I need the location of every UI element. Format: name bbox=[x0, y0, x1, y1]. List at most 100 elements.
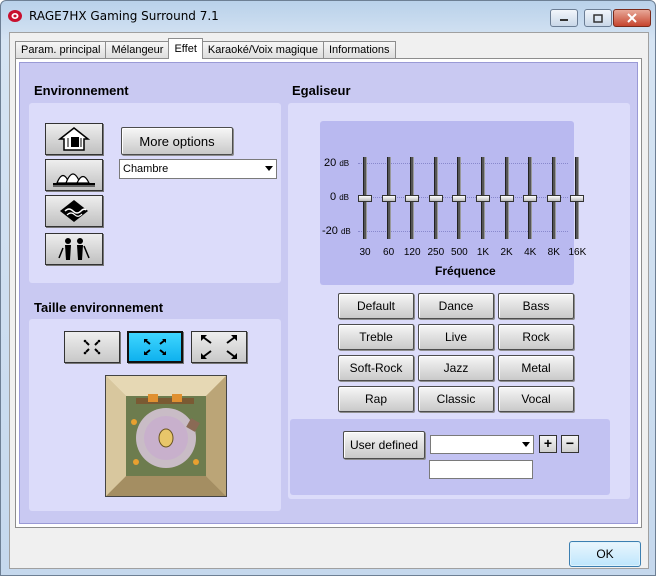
environment-select[interactable]: Chambre bbox=[119, 159, 277, 179]
preset-vocal-button[interactable]: Vocal bbox=[498, 386, 574, 412]
preset-jazz-button[interactable]: Jazz bbox=[418, 355, 494, 381]
preset-classic-button[interactable]: Classic bbox=[418, 386, 494, 412]
ok-button[interactable]: OK bbox=[569, 541, 641, 567]
tab-strip: Param. principal Mélangeur Effet Karaoké… bbox=[15, 38, 396, 59]
db-label-min: -20 dB bbox=[322, 225, 351, 237]
eq-slider-30[interactable] bbox=[358, 157, 372, 239]
db-label-max: 20 dB bbox=[324, 157, 349, 169]
equalizer-panel: 20 dB 0 dB -20 dB 30 60 120 250 500 1K 2K 4K 8K 1… bbox=[320, 121, 586, 285]
db-max-unit: dB bbox=[339, 159, 350, 168]
preset-rock-button[interactable]: Rock bbox=[498, 324, 574, 350]
house-icon bbox=[57, 127, 91, 151]
eq-slider-thumb[interactable] bbox=[358, 194, 372, 202]
eq-frequency-label: 8K bbox=[547, 247, 560, 258]
eq-slider-thumb[interactable] bbox=[523, 194, 538, 202]
environment-house-button[interactable] bbox=[45, 123, 103, 155]
outdoor-people-icon bbox=[58, 238, 90, 260]
environment-group: More options Chambre bbox=[29, 103, 281, 283]
user-defined-button[interactable]: User defined bbox=[343, 431, 425, 459]
title-bar[interactable]: RAGE7HX Gaming Surround 7.1 bbox=[1, 1, 655, 31]
room-size-large-button[interactable] bbox=[191, 331, 247, 363]
app-logo-icon bbox=[8, 10, 22, 22]
preset-live-button[interactable]: Live bbox=[418, 324, 494, 350]
tab-informations[interactable]: Informations bbox=[322, 41, 396, 59]
preset-dance-button[interactable]: Dance bbox=[418, 293, 494, 319]
environment-outdoor-button[interactable] bbox=[45, 233, 103, 265]
eq-slider-1k[interactable] bbox=[476, 157, 490, 239]
eq-slider-thumb[interactable] bbox=[428, 194, 443, 202]
user-preset-name-input[interactable] bbox=[429, 460, 533, 479]
eq-slider-thumb[interactable] bbox=[570, 194, 585, 202]
effet-tab-panel: Environnement More options Chambre Taill… bbox=[15, 58, 642, 528]
eq-frequency-label: 1K bbox=[476, 247, 490, 258]
tab-karaoke[interactable]: Karaoké/Voix magique bbox=[201, 41, 324, 59]
preset-bass-button[interactable]: Bass bbox=[498, 293, 574, 319]
window-title: RAGE7HX Gaming Surround 7.1 bbox=[29, 9, 219, 23]
eq-slider-thumb[interactable] bbox=[452, 194, 467, 202]
client-area: Param. principal Mélangeur Effet Karaoké… bbox=[9, 32, 649, 569]
eq-slider-250[interactable] bbox=[428, 157, 443, 239]
eq-slider-8k[interactable] bbox=[546, 157, 561, 239]
close-icon bbox=[627, 13, 637, 23]
room-preview bbox=[105, 375, 227, 497]
eq-frequency-label: 4K bbox=[524, 247, 537, 258]
environment-underwater-button[interactable] bbox=[45, 195, 103, 227]
db-label-zero: 0 dB bbox=[330, 191, 349, 203]
eq-slider-16k[interactable] bbox=[570, 157, 585, 239]
eq-frequency-label: 16K bbox=[568, 247, 587, 258]
large-room-icon bbox=[201, 335, 237, 359]
more-options-button[interactable]: More options bbox=[121, 127, 233, 155]
db-min-unit: dB bbox=[340, 227, 351, 236]
environment-opera-button[interactable] bbox=[45, 159, 103, 191]
minimize-button[interactable] bbox=[550, 9, 578, 27]
eq-slider-120[interactable] bbox=[405, 157, 420, 239]
eq-slider-thumb[interactable] bbox=[381, 194, 396, 202]
equalizer-group: 20 dB 0 dB -20 dB 30 60 120 250 500 1K 2K 4K 8K 1… bbox=[288, 103, 630, 499]
medium-room-icon bbox=[144, 339, 166, 355]
db-zero-unit: dB bbox=[339, 193, 349, 202]
eq-slider-500[interactable] bbox=[452, 157, 467, 239]
preset-rap-button[interactable]: Rap bbox=[338, 386, 414, 412]
opera-house-icon bbox=[53, 173, 95, 187]
eq-frequency-label: 30 bbox=[359, 247, 371, 258]
preset-treble-button[interactable]: Treble bbox=[338, 324, 414, 350]
environment-title: Environnement bbox=[34, 83, 129, 98]
underwater-icon bbox=[60, 200, 88, 222]
chevron-down-icon bbox=[265, 166, 273, 171]
preset-soft-rock-button[interactable]: Soft-Rock bbox=[338, 355, 414, 381]
add-preset-button[interactable]: + bbox=[539, 435, 557, 453]
user-preset-panel: User defined + − bbox=[290, 419, 610, 495]
eq-frequency-label: 2K bbox=[500, 247, 513, 258]
eq-frequency-label: 60 bbox=[383, 247, 395, 258]
tab-param-principal[interactable]: Param. principal bbox=[15, 41, 107, 59]
eq-slider-thumb[interactable] bbox=[546, 194, 561, 202]
db-max-value: 20 bbox=[324, 157, 337, 169]
eq-slider-thumb[interactable] bbox=[476, 194, 490, 202]
close-button[interactable] bbox=[613, 9, 651, 27]
chevron-down-icon bbox=[522, 442, 530, 447]
maximize-icon bbox=[593, 13, 603, 23]
preset-metal-button[interactable]: Metal bbox=[498, 355, 574, 381]
minimize-icon bbox=[560, 19, 568, 21]
room-size-small-button[interactable] bbox=[64, 331, 120, 363]
room-size-group bbox=[29, 319, 281, 511]
room-size-medium-button[interactable] bbox=[127, 331, 183, 363]
user-preset-select[interactable] bbox=[430, 435, 534, 454]
tab-melangeur[interactable]: Mélangeur bbox=[105, 41, 170, 59]
eq-slider-thumb[interactable] bbox=[405, 194, 420, 202]
small-room-icon bbox=[83, 339, 101, 355]
tab-effet[interactable]: Effet bbox=[168, 38, 203, 59]
preset-default-button[interactable]: Default bbox=[338, 293, 414, 319]
maximize-button[interactable] bbox=[584, 9, 612, 27]
remove-preset-button[interactable]: − bbox=[561, 435, 579, 453]
db-zero-value: 0 bbox=[330, 191, 337, 203]
room-preview-illustration bbox=[106, 376, 226, 496]
eq-slider-60[interactable] bbox=[381, 157, 396, 239]
eq-slider-2k[interactable] bbox=[499, 157, 514, 239]
eq-frequency-label: 120 bbox=[403, 247, 421, 258]
effet-panel-background: Environnement More options Chambre Taill… bbox=[19, 62, 638, 524]
eq-frequency-label: 500 bbox=[451, 247, 468, 258]
eq-slider-4k[interactable] bbox=[523, 157, 538, 239]
app-window: RAGE7HX Gaming Surround 7.1 Param. princ… bbox=[0, 0, 656, 576]
eq-slider-thumb[interactable] bbox=[499, 194, 514, 202]
